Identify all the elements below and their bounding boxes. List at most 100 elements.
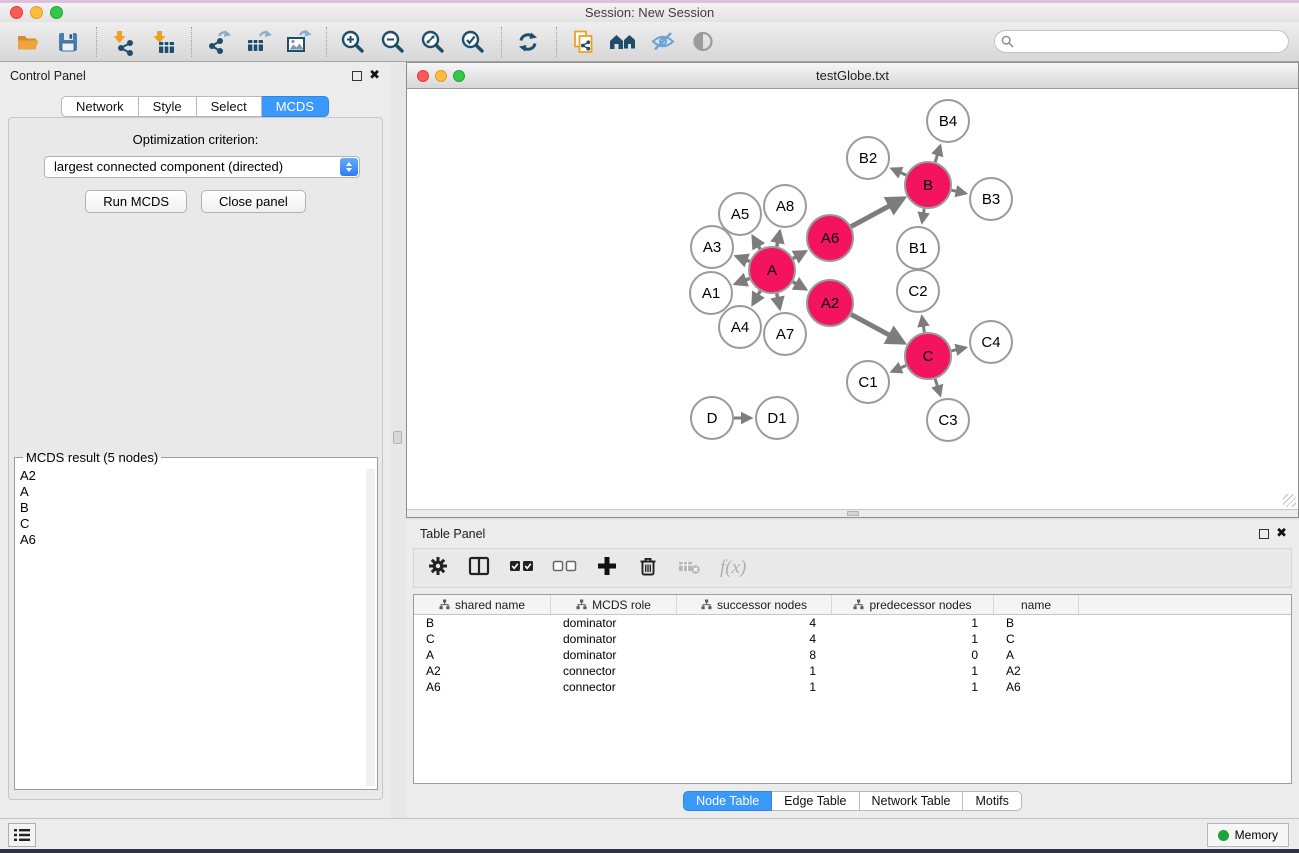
export-network-button[interactable] bbox=[202, 26, 234, 58]
graph-edge-C-C3[interactable] bbox=[935, 379, 940, 395]
float-panel-icon[interactable] bbox=[352, 71, 362, 81]
graph-edge-A-A6[interactable] bbox=[793, 252, 805, 259]
zoom-fit-button[interactable] bbox=[417, 26, 449, 58]
graph-edge-B-B2[interactable] bbox=[892, 169, 906, 175]
network-graph[interactable]: A A1 A2 A3 A4 A5 A6 A7 A8 B B1 B2 B3B4 C C1 C2 C3C4 D D1 bbox=[407, 89, 1298, 509]
graph-node-C3[interactable]: C3 bbox=[927, 399, 969, 441]
panel-divider[interactable] bbox=[390, 62, 406, 818]
graph-node-A6[interactable]: A6 bbox=[807, 215, 853, 261]
export-table-button[interactable] bbox=[242, 26, 274, 58]
graph-node-A[interactable]: A bbox=[749, 247, 795, 293]
graph-node-A5[interactable]: A5 bbox=[719, 193, 761, 235]
graph-edge-C-C1[interactable] bbox=[892, 366, 906, 372]
graph-node-A4[interactable]: A4 bbox=[719, 306, 761, 348]
unselect-all-columns-button[interactable] bbox=[552, 554, 578, 583]
hide-panel-button[interactable] bbox=[647, 26, 679, 58]
graph-edge-C-C2[interactable] bbox=[922, 317, 924, 333]
graph-node-D1[interactable]: D1 bbox=[756, 397, 798, 439]
zoom-in-button[interactable] bbox=[337, 26, 369, 58]
close-panel-icon[interactable]: ✖ bbox=[369, 68, 380, 82]
graph-edge-A6-B[interactable] bbox=[851, 198, 903, 226]
graph-edge-B-B4[interactable] bbox=[935, 146, 940, 162]
save-session-button[interactable] bbox=[52, 26, 84, 58]
table-row[interactable]: A6connector11A6 bbox=[414, 679, 1291, 695]
table-row[interactable]: Adominator80A bbox=[414, 647, 1291, 663]
network-bottom-handle[interactable] bbox=[847, 511, 859, 516]
table-row[interactable]: Bdominator41B bbox=[414, 615, 1291, 631]
task-history-button[interactable] bbox=[8, 823, 36, 847]
mcds-result-item[interactable]: A6 bbox=[20, 532, 372, 548]
zoom-out-button[interactable] bbox=[377, 26, 409, 58]
column-header-successor-nodes[interactable]: successor nodes bbox=[677, 595, 832, 614]
show-all-networks-button[interactable] bbox=[607, 26, 639, 58]
export-image-button[interactable] bbox=[282, 26, 314, 58]
show-column-button[interactable] bbox=[467, 554, 492, 583]
optimization-criterion-select[interactable]: largest connected component (directed) bbox=[44, 156, 360, 178]
search-input[interactable] bbox=[994, 30, 1289, 53]
graph-edge-C-C4[interactable] bbox=[951, 348, 965, 351]
graph-node-D[interactable]: D bbox=[691, 397, 733, 439]
graph-node-B4[interactable]: B4 bbox=[927, 100, 969, 142]
graph-edge-B-B1[interactable] bbox=[922, 209, 924, 223]
table-close-panel-icon[interactable]: ✖ bbox=[1276, 526, 1287, 540]
refresh-layout-button[interactable] bbox=[512, 26, 544, 58]
graph-node-C[interactable]: C bbox=[905, 333, 951, 379]
graph-edge-A-A8[interactable] bbox=[777, 231, 780, 246]
graph-edge-A-A7[interactable] bbox=[777, 294, 780, 309]
column-header-name[interactable]: name bbox=[994, 595, 1079, 614]
network-minimize-button[interactable] bbox=[435, 70, 447, 82]
graph-node-C2[interactable]: C2 bbox=[897, 270, 939, 312]
resize-grip-icon[interactable] bbox=[1283, 494, 1296, 507]
table-row[interactable]: A2connector11A2 bbox=[414, 663, 1291, 679]
mcds-result-item[interactable]: A bbox=[20, 484, 372, 500]
open-session-button[interactable] bbox=[12, 26, 44, 58]
graph-node-C4[interactable]: C4 bbox=[970, 321, 1012, 363]
mcds-result-item[interactable]: C bbox=[20, 516, 372, 532]
import-table-button[interactable] bbox=[147, 26, 179, 58]
close-panel-button[interactable]: Close panel bbox=[201, 190, 306, 213]
graph-edge-A-A4[interactable] bbox=[753, 291, 761, 304]
tab-network-table[interactable]: Network Table bbox=[860, 791, 964, 811]
close-window-button[interactable] bbox=[10, 6, 23, 19]
tab-style[interactable]: Style bbox=[139, 96, 197, 117]
zoom-selected-button[interactable] bbox=[457, 26, 489, 58]
graph-node-A2[interactable]: A2 bbox=[807, 280, 853, 326]
graph-edge-B-B3[interactable] bbox=[951, 190, 965, 193]
graph-node-C1[interactable]: C1 bbox=[847, 361, 889, 403]
memory-button[interactable]: Memory bbox=[1207, 823, 1289, 847]
column-header-shared-name[interactable]: shared name bbox=[414, 595, 551, 614]
graph-edge-A-A5[interactable] bbox=[753, 237, 760, 250]
tab-select[interactable]: Select bbox=[197, 96, 262, 117]
graph-node-B1[interactable]: B1 bbox=[897, 227, 939, 269]
clone-network-button[interactable] bbox=[567, 26, 599, 58]
graph-node-A7[interactable]: A7 bbox=[764, 313, 806, 355]
tab-mcds[interactable]: MCDS bbox=[262, 96, 329, 117]
graph-node-B2[interactable]: B2 bbox=[847, 137, 889, 179]
graph-edge-A2-C[interactable] bbox=[851, 314, 903, 342]
graph-edge-A-A3[interactable] bbox=[736, 256, 749, 261]
graph-node-B3[interactable]: B3 bbox=[970, 178, 1012, 220]
mcds-result-item[interactable]: B bbox=[20, 500, 372, 516]
graph-node-A1[interactable]: A1 bbox=[690, 272, 732, 314]
network-window-titlebar[interactable]: testGlobe.txt bbox=[407, 63, 1298, 89]
tab-node-table[interactable]: Node Table bbox=[683, 791, 772, 811]
run-mcds-button[interactable]: Run MCDS bbox=[85, 190, 187, 213]
select-all-columns-button[interactable] bbox=[509, 554, 535, 583]
graph-node-A3[interactable]: A3 bbox=[691, 226, 733, 268]
tab-network[interactable]: Network bbox=[61, 96, 139, 117]
divider-handle[interactable] bbox=[393, 431, 402, 444]
mcds-result-scrollbar[interactable] bbox=[366, 469, 375, 786]
network-canvas[interactable]: A A1 A2 A3 A4 A5 A6 A7 A8 B B1 B2 B3B4 C C1 C2 C3C4 D D1 bbox=[407, 89, 1298, 509]
minimize-window-button[interactable] bbox=[30, 6, 43, 19]
graph-node-B[interactable]: B bbox=[905, 162, 951, 208]
graph-edge-A-A1[interactable] bbox=[735, 278, 749, 283]
column-header-predecessor-nodes[interactable]: predecessor nodes bbox=[832, 595, 994, 614]
network-close-button[interactable] bbox=[417, 70, 429, 82]
graph-node-A8[interactable]: A8 bbox=[764, 185, 806, 227]
column-header-mcds-role[interactable]: MCDS role bbox=[551, 595, 677, 614]
import-network-button[interactable] bbox=[107, 26, 139, 58]
create-column-button[interactable] bbox=[595, 554, 619, 583]
tab-edge-table[interactable]: Edge Table bbox=[772, 791, 859, 811]
table-float-panel-icon[interactable] bbox=[1259, 529, 1269, 539]
table-row[interactable]: Cdominator41C bbox=[414, 631, 1291, 647]
